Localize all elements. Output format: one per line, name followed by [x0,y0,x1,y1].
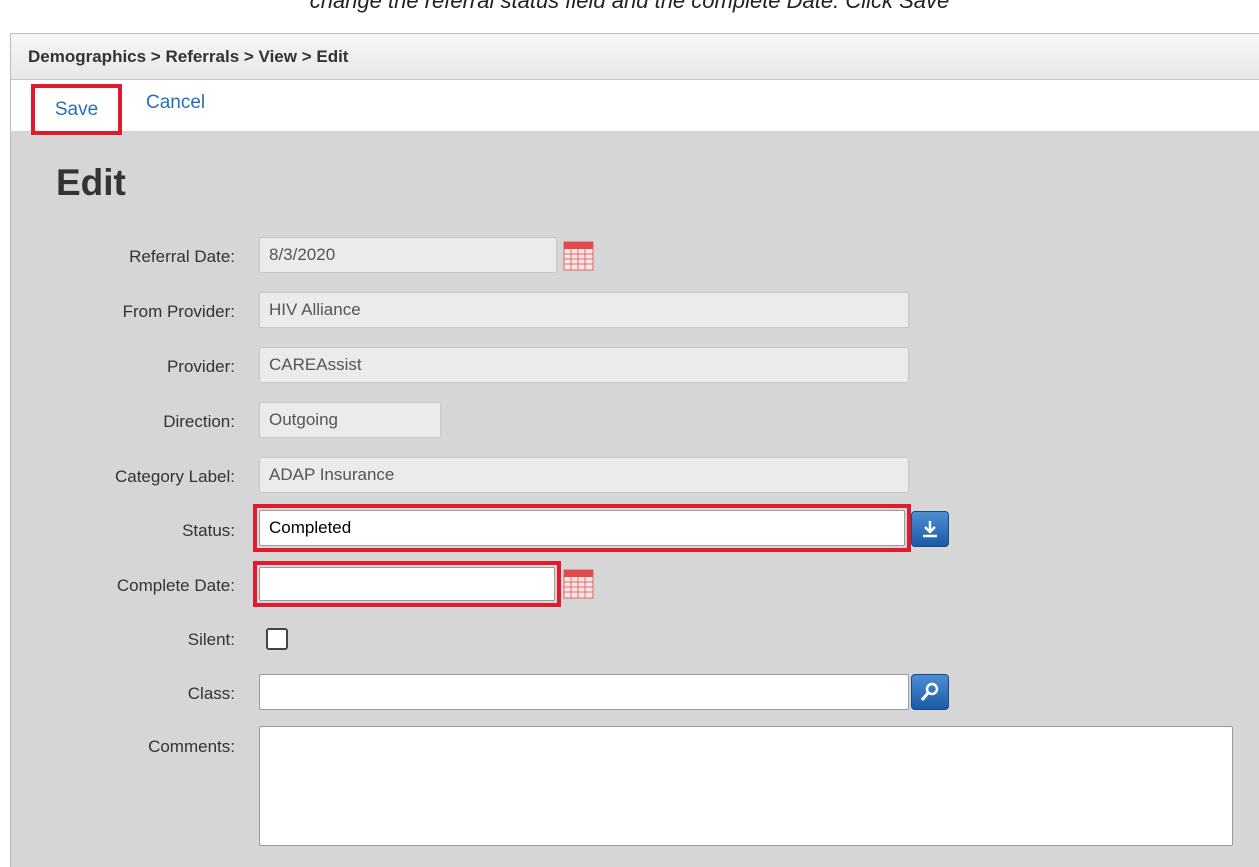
silent-checkbox[interactable] [266,628,288,650]
save-highlight: Save [31,84,122,135]
comments-label: Comments: [148,737,235,756]
class-input[interactable] [259,674,909,710]
status-select[interactable]: Completed [259,510,905,546]
comments-textarea[interactable] [259,726,1233,846]
download-arrow-icon [923,521,937,538]
search-icon [920,682,939,701]
action-bar: Save Cancel [11,80,1259,135]
breadcrumb: Demographics > Referrals > View > Edit [28,46,349,66]
referral-date-label: Referral Date: [129,247,235,266]
status-label: Status: [182,521,235,540]
direction-label: Direction: [163,412,235,431]
save-button[interactable]: Save [55,99,98,121]
edit-window: Demographics > Referrals > View > Edit S… [10,33,1259,867]
instruction-caption: change the referral status field and the… [309,0,950,13]
direction-field: Outgoing [259,402,441,438]
provider-label: Provider: [166,357,235,376]
referral-date-field: 8/3/2020 [259,237,557,273]
breadcrumb-bar: Demographics > Referrals > View > Edit [11,34,1259,80]
complete-date-label: Complete Date: [116,576,235,595]
status-dropdown-button[interactable] [911,511,949,547]
cancel-button[interactable]: Cancel [146,92,205,114]
class-lookup-button[interactable] [911,674,949,710]
complete-date-input[interactable] [259,567,555,601]
category-label-field: ADAP Insurance [259,457,909,493]
calendar-icon[interactable] [562,567,595,600]
category-label-label: Category Label: [114,467,235,486]
from-provider-label: From Provider: [122,302,235,321]
page-title: Edit [56,162,126,203]
class-label: Class: [187,684,235,703]
from-provider-field: HIV Alliance [259,292,909,328]
provider-field: CAREAssist [259,347,909,383]
calendar-icon[interactable] [562,239,595,272]
silent-label: Silent: [187,630,235,649]
